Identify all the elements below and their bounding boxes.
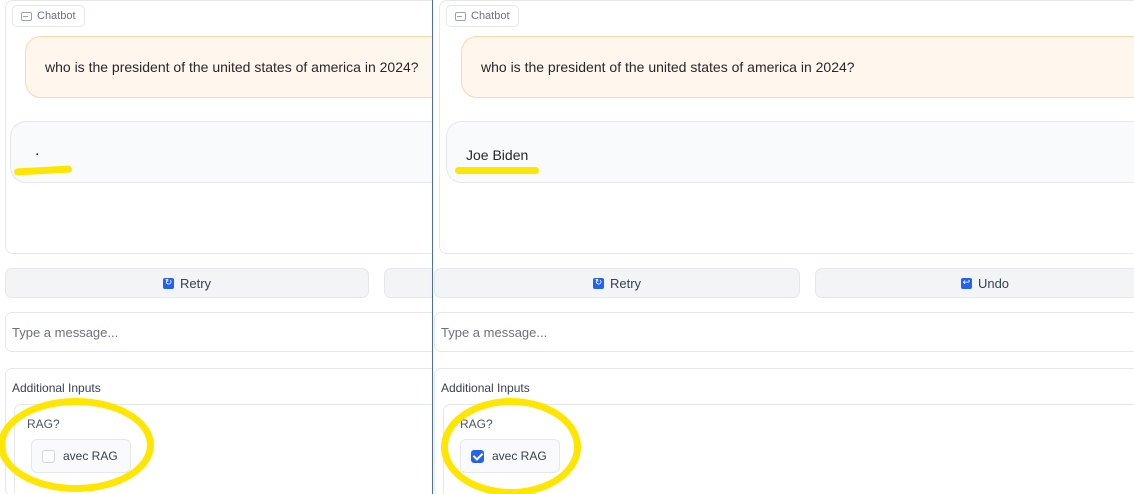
checkbox-unchecked-icon[interactable] <box>42 449 55 463</box>
retry-button[interactable]: ↻ Retry <box>5 268 369 298</box>
undo-button-label: Undo <box>977 275 1010 291</box>
user-message: who is the president of the united state… <box>461 36 1134 98</box>
retry-icon: ↻ <box>592 277 604 289</box>
bot-message: . <box>10 121 432 183</box>
additional-inputs-label[interactable]: Additional Inputs <box>12 381 101 395</box>
user-message: who is the president of the united state… <box>25 36 432 98</box>
retry-icon: ↻ <box>162 277 174 289</box>
right-chat-panel: Chatbot who is the president of the unit… <box>433 0 1134 494</box>
additional-inputs-label[interactable]: Additional Inputs <box>441 381 530 395</box>
highlight-underline <box>455 167 539 174</box>
rag-checkbox-label: avec RAG <box>63 449 118 463</box>
bot-message-text: . <box>35 142 40 159</box>
message-input[interactable] <box>434 312 1134 352</box>
message-input[interactable] <box>5 312 432 352</box>
rag-checkbox-label: avec RAG <box>492 449 547 463</box>
user-message-text: who is the president of the united state… <box>481 59 855 75</box>
check-icon[interactable] <box>471 449 484 463</box>
chatbot-label-text: Chatbot <box>37 10 76 22</box>
retry-button-label: Retry <box>179 275 212 291</box>
bot-message: Joe Biden <box>446 121 1134 183</box>
chat-icon <box>21 11 32 21</box>
user-message-text: who is the president of the united state… <box>45 59 419 75</box>
additional-inputs-panel: Additional Inputs RAG? avec RAG <box>434 368 1134 494</box>
rag-group: RAG? avec RAG <box>14 404 432 494</box>
rag-label: RAG? <box>27 417 60 431</box>
rag-label: RAG? <box>460 417 493 431</box>
retry-button[interactable]: ↻ Retry <box>434 268 800 298</box>
additional-inputs-panel: Additional Inputs RAG? avec RAG <box>5 368 432 494</box>
undo-icon: ↩ <box>960 277 972 289</box>
rag-group: RAG? avec RAG <box>443 404 1134 494</box>
left-chat-panel: Chatbot who is the president of the unit… <box>0 0 432 494</box>
chat-icon <box>455 11 466 21</box>
rag-checkbox[interactable]: avec RAG <box>460 439 560 473</box>
chatbot-label: Chatbot <box>12 5 85 27</box>
undo-button[interactable]: ↩ Undo <box>815 268 1134 298</box>
chatbot-label-text: Chatbot <box>471 10 510 22</box>
chatbot-label: Chatbot <box>446 5 519 27</box>
bot-message-text: Joe Biden <box>466 147 529 163</box>
undo-button[interactable] <box>384 268 432 298</box>
retry-button-label: Retry <box>609 275 642 291</box>
rag-checkbox[interactable]: avec RAG <box>31 439 131 473</box>
